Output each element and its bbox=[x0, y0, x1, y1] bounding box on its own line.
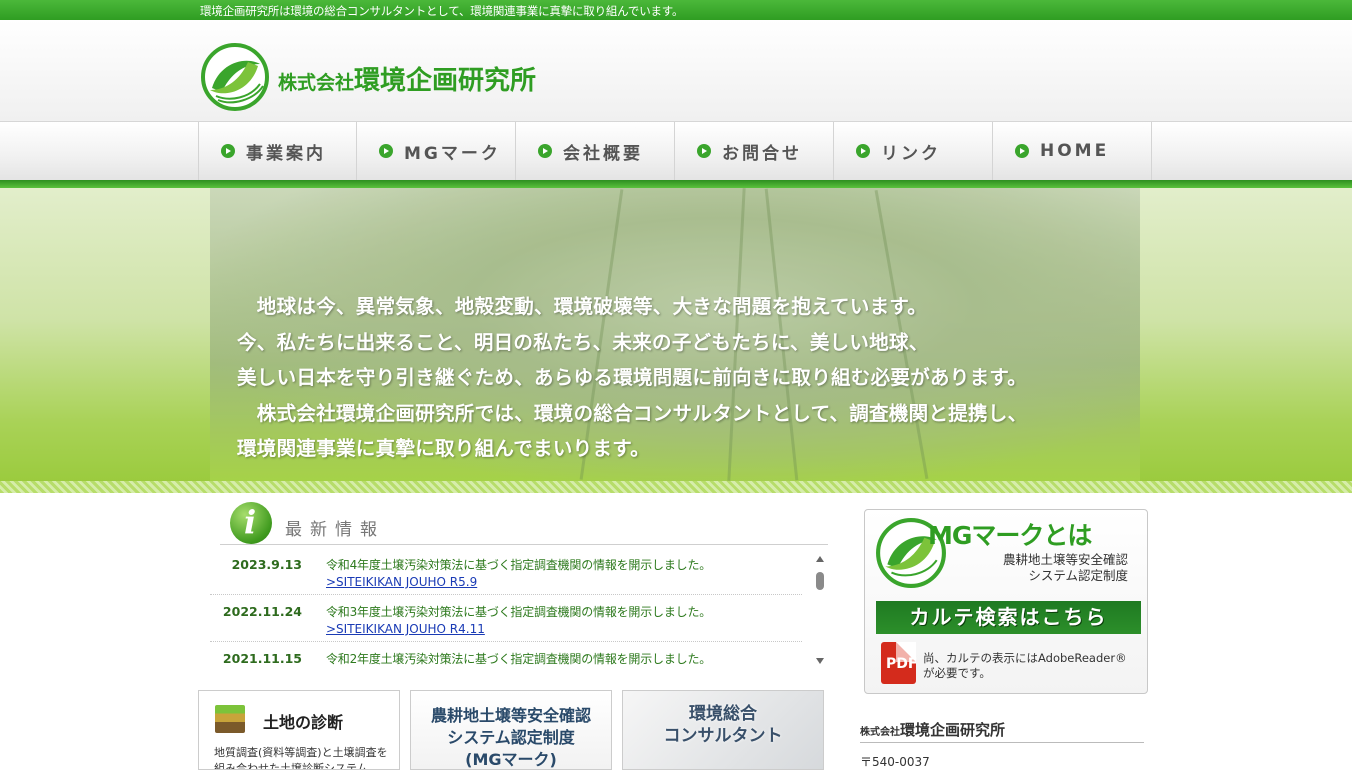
nav-divider bbox=[0, 180, 1352, 188]
card-description: 地質調査(資料等調査)と土壌調査を組み合わせた土壌診断システム bbox=[214, 746, 388, 770]
arrow-circle-icon bbox=[221, 144, 235, 158]
arrow-circle-icon bbox=[697, 144, 711, 158]
news-link[interactable]: >SITEIKIKAN JOUHO R5.9 bbox=[326, 575, 477, 589]
news-text: 令和4年度土壌汚染対策法に基づく指定調査機関の情報を開示しました。 bbox=[326, 558, 712, 572]
arrow-circle-icon bbox=[538, 144, 552, 158]
nav-label: リンク bbox=[881, 143, 941, 164]
news-date: 2023.9.13 bbox=[231, 557, 302, 572]
karte-search-button[interactable]: カルテ検索はこちら bbox=[876, 601, 1141, 634]
logo-prefix: 株式会社 bbox=[278, 72, 355, 94]
news-link[interactable]: >SITEIKIKAN JOUHO R4.11 bbox=[326, 622, 485, 636]
nav-label: お問合せ bbox=[722, 143, 802, 164]
soil-layers-icon bbox=[215, 705, 245, 733]
info-icon: i bbox=[230, 502, 272, 544]
mg-certification-card[interactable]: 農耕地土壌等安全確認 システム認定制度 (MGマーク) bbox=[410, 690, 612, 770]
news-scrollbar[interactable] bbox=[813, 554, 827, 666]
nav-business[interactable]: 事業案内 bbox=[198, 122, 357, 180]
pdf-icon[interactable]: PDF bbox=[881, 642, 918, 684]
news-item: 2022.11.24 令和3年度土壌汚染対策法に基づく指定調査機関の情報を開示し… bbox=[210, 595, 802, 642]
mg-title[interactable]: MGマークとは bbox=[928, 516, 1092, 552]
nav-home[interactable]: HOME bbox=[993, 122, 1152, 180]
nav-label: 会社概要 bbox=[563, 143, 643, 164]
scroll-thumb[interactable] bbox=[816, 572, 824, 590]
news-title: 最新情報 bbox=[285, 520, 385, 540]
nav-links[interactable]: リンク bbox=[834, 122, 993, 180]
stripe-divider bbox=[0, 481, 1352, 493]
top-tagline-bar: 環境企画研究所は環境の総合コンサルタントとして、環境関連事業に真摯に取り組んでい… bbox=[0, 0, 1352, 20]
arrow-circle-icon bbox=[856, 144, 870, 158]
mg-mark-box: MGマークとは 農耕地土壌等安全確認 システム認定制度 カルテ検索はこちら PD… bbox=[864, 509, 1148, 694]
nav-company[interactable]: 会社概要 bbox=[516, 122, 675, 180]
scroll-down-icon[interactable] bbox=[816, 658, 824, 664]
logo-name: 環境企画研究所 bbox=[354, 66, 537, 96]
card-title: 土地の診断 bbox=[263, 713, 344, 732]
news-list: 2023.9.13 令和4年度土壌汚染対策法に基づく指定調査機関の情報を開示しま… bbox=[210, 548, 802, 670]
mg-subtitle: 農耕地土壌等安全確認 システム認定制度 bbox=[1002, 552, 1128, 583]
consultant-card[interactable]: 環境総合 コンサルタント bbox=[622, 690, 824, 770]
postal-code: 〒540-0037 bbox=[860, 755, 930, 769]
news-item: 2023.9.13 令和4年度土壌汚染対策法に基づく指定調査機関の情報を開示しま… bbox=[210, 548, 802, 595]
company-logo-icon[interactable] bbox=[200, 42, 270, 112]
global-nav: 事業案内 MGマーク 会社概要 お問合せ リンク HOME bbox=[0, 121, 1352, 180]
pdf-label: PDF bbox=[886, 656, 918, 672]
hero-message: 地球は今、異常気象、地殻変動、環境破壊等、大きな問題を抱えています。 今、私たち… bbox=[237, 295, 1028, 460]
company-heading: 株式会社環境企画研究所 bbox=[860, 719, 1144, 743]
nav-label: HOME bbox=[1040, 141, 1110, 161]
nav-mg-mark[interactable]: MGマーク bbox=[357, 122, 516, 180]
card-title: 環境総合 コンサルタント bbox=[663, 704, 783, 746]
news-date: 2022.11.24 bbox=[222, 604, 302, 619]
news-text: 令和2年度土壌汚染対策法に基づく指定調査機関の情報を開示しました。 bbox=[326, 652, 712, 666]
arrow-circle-icon bbox=[379, 144, 393, 158]
news-date: 2021.11.15 bbox=[222, 651, 302, 666]
soil-diagnosis-card[interactable]: 土地の診断 地質調査(資料等調査)と土壌調査を組み合わせた土壌診断システム bbox=[198, 690, 400, 770]
nav-label: 事業案内 bbox=[246, 143, 326, 164]
adobe-reader-note: 尚、カルテの表示にはAdobeReader®が必要です。 bbox=[923, 651, 1127, 680]
news-item: 2021.11.15 令和2年度土壌汚染対策法に基づく指定調査機関の情報を開示し… bbox=[210, 642, 802, 670]
news-header: i 最新情報 bbox=[220, 502, 828, 545]
nav-contact[interactable]: お問合せ bbox=[675, 122, 834, 180]
news-text: 令和3年度土壌汚染対策法に基づく指定調査機関の情報を開示しました。 bbox=[326, 605, 712, 619]
tagline-text: 環境企画研究所は環境の総合コンサルタントとして、環境関連事業に真摯に取り組んでい… bbox=[200, 4, 684, 18]
header: 株式会社環境企画研究所 bbox=[0, 20, 1352, 121]
company-name: 環境企画研究所 bbox=[900, 721, 1006, 739]
company-name-logo[interactable]: 株式会社環境企画研究所 bbox=[278, 60, 536, 97]
nav-label: MGマーク bbox=[404, 143, 501, 164]
scroll-up-icon[interactable] bbox=[816, 556, 824, 562]
card-title: 農耕地土壌等安全確認 システム認定制度 (MGマーク) bbox=[430, 706, 591, 769]
company-prefix: 株式会社 bbox=[860, 727, 900, 738]
arrow-circle-icon bbox=[1015, 144, 1029, 158]
